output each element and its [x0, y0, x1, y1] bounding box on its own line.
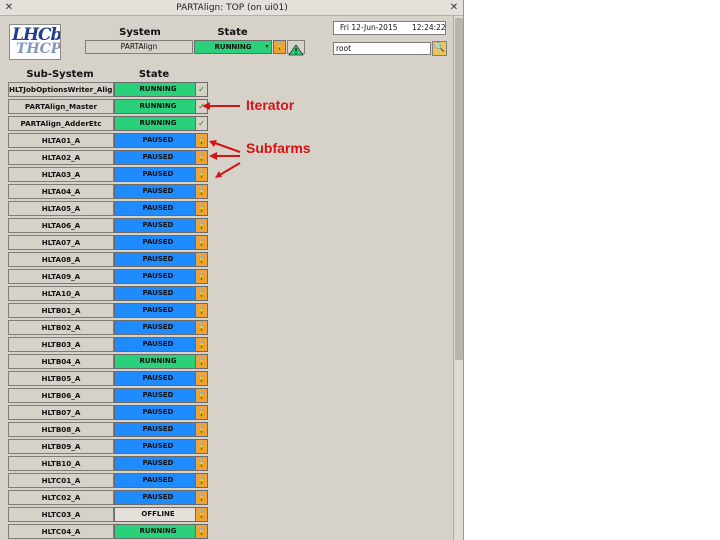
annotation-layer [202, 102, 241, 178]
subfarms-arrow-3 [217, 162, 241, 177]
subfarms-annotation: Subfarms [246, 140, 311, 156]
subfarms-arrow-1 [211, 141, 241, 153]
iterator-annotation: Iterator [246, 97, 295, 113]
